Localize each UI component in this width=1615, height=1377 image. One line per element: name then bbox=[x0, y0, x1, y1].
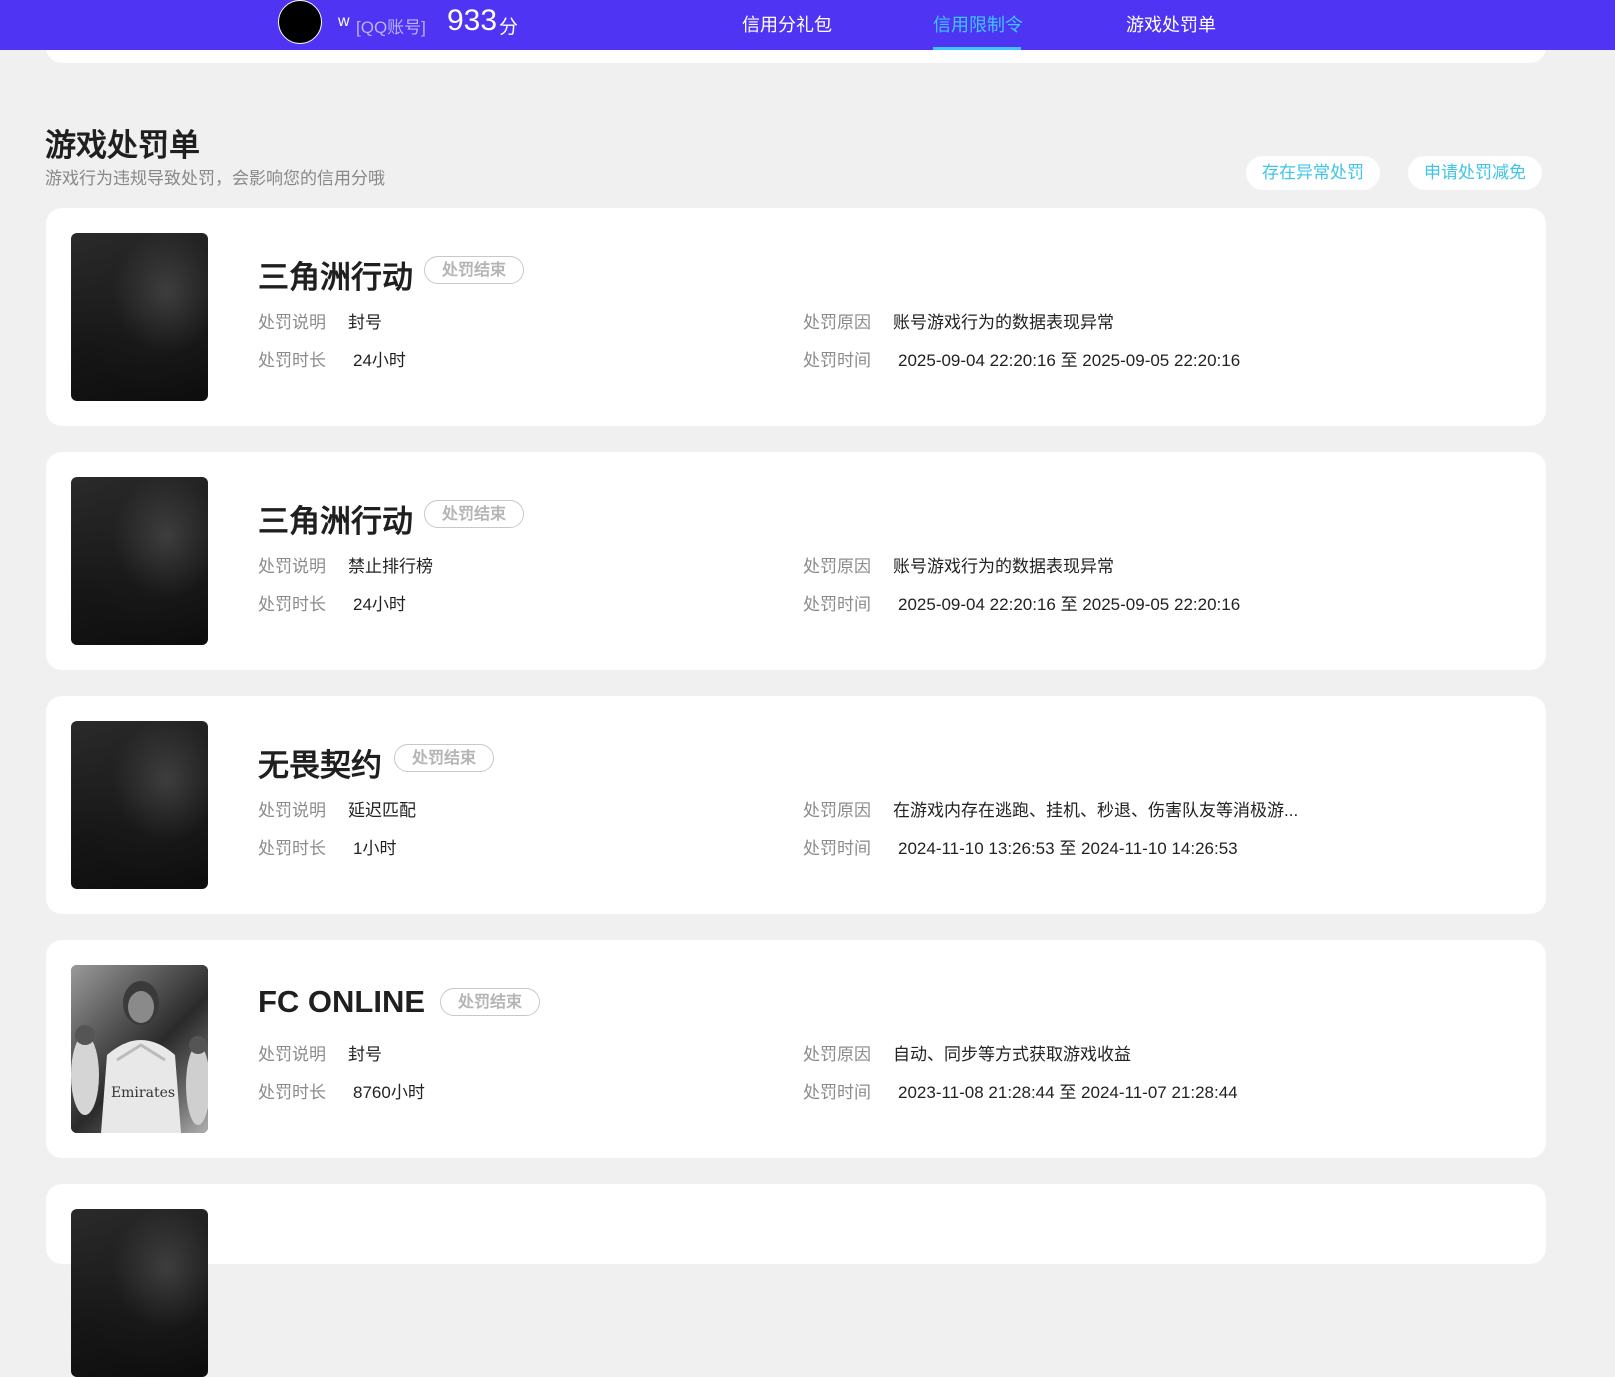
game-cover-image bbox=[71, 1209, 208, 1377]
status-badge: 处罚结束 bbox=[424, 256, 525, 284]
game-name: 无畏契约 bbox=[258, 748, 382, 783]
penalty-time-value: 2025-09-04 22:20:16 至 2025-09-05 22:20:1… bbox=[898, 595, 1241, 614]
section-title: 游戏处罚单 bbox=[45, 128, 200, 163]
penalty-duration-value: 1小时 bbox=[353, 839, 397, 858]
penalty-reason-value: 在游戏内存在逃跑、挂机、秒退、伤害队友等消极游... bbox=[893, 801, 1299, 820]
game-cover-image: Emirates bbox=[71, 965, 208, 1133]
penalty-duration-value: 24小时 bbox=[353, 595, 406, 614]
penalty-desc-label: 处罚说明 bbox=[258, 313, 326, 332]
game-name: 三角洲行动 bbox=[258, 504, 413, 539]
active-tab-indicator bbox=[933, 47, 1021, 50]
account-type: [QQ账号] bbox=[356, 18, 426, 37]
section-subtitle: 游戏行为违规导致处罚，会影响您的信用分哦 bbox=[45, 169, 385, 188]
credit-score-unit: 分 bbox=[499, 17, 519, 38]
penalty-desc-value: 封号 bbox=[348, 1045, 382, 1064]
penalty-duration-label: 处罚时长 bbox=[258, 1083, 326, 1102]
penalty-reason-label: 处罚原因 bbox=[803, 1045, 871, 1064]
penalty-duration-label: 处罚时长 bbox=[258, 595, 326, 614]
top-nav-bar: w [QQ账号] 933 分 信用分礼包 信用限制令 游戏处罚单 bbox=[0, 0, 1615, 50]
abnormal-penalty-button[interactable]: 存在异常处罚 bbox=[1246, 156, 1380, 190]
penalty-card: 无畏契约 处罚结束 处罚说明 延迟匹配 处罚时长 1小时 处罚原因 在游戏内存在… bbox=[46, 696, 1546, 914]
penalty-desc-value: 封号 bbox=[348, 313, 382, 332]
penalty-time-value: 2024-11-10 13:26:53 至 2024-11-10 14:26:5… bbox=[898, 839, 1238, 858]
credit-score: 933 bbox=[447, 4, 498, 37]
penalty-duration-value: 24小时 bbox=[353, 351, 406, 370]
status-badge: 处罚结束 bbox=[394, 744, 495, 772]
penalty-duration-label: 处罚时长 bbox=[258, 839, 326, 858]
penalty-duration-label: 处罚时长 bbox=[258, 351, 326, 370]
game-cover-image bbox=[71, 477, 208, 645]
status-badge: 处罚结束 bbox=[440, 988, 541, 1016]
penalty-card bbox=[46, 1184, 1546, 1377]
penalty-desc-value: 禁止排行榜 bbox=[348, 557, 433, 576]
penalty-reason-value: 自动、同步等方式获取游戏收益 bbox=[893, 1045, 1131, 1064]
penalty-desc-value: 延迟匹配 bbox=[348, 801, 416, 820]
penalty-card: 三角洲行动 处罚结束 处罚说明 封号 处罚时长 24小时 处罚原因 账号游戏行为… bbox=[46, 208, 1546, 426]
penalty-reason-label: 处罚原因 bbox=[803, 557, 871, 576]
status-badge: 处罚结束 bbox=[424, 500, 525, 528]
game-cover-image bbox=[71, 233, 208, 401]
penalty-duration-value: 8760小时 bbox=[353, 1083, 425, 1102]
game-cover-image bbox=[71, 721, 208, 889]
tab-game-penalty[interactable]: 游戏处罚单 bbox=[1126, 11, 1216, 37]
sponsor-text: Emirates bbox=[111, 1085, 175, 1101]
penalty-time-label: 处罚时间 bbox=[803, 839, 871, 858]
penalty-time-label: 处罚时间 bbox=[803, 1083, 871, 1102]
avatar[interactable] bbox=[278, 0, 322, 44]
penalty-card: Emirates FC ONLINE 处罚结束 处罚说明 封号 处罚时长 876… bbox=[46, 940, 1546, 1158]
penalty-time-value: 2025-09-04 22:20:16 至 2025-09-05 22:20:1… bbox=[898, 351, 1241, 370]
penalty-time-label: 处罚时间 bbox=[803, 351, 871, 370]
penalty-desc-label: 处罚说明 bbox=[258, 557, 326, 576]
penalty-reason-value: 账号游戏行为的数据表现异常 bbox=[893, 557, 1114, 576]
penalty-card: 三角洲行动 处罚结束 处罚说明 禁止排行榜 处罚时长 24小时 处罚原因 账号游… bbox=[46, 452, 1546, 670]
penalty-time-value: 2023-11-08 21:28:44 至 2024-11-07 21:28:4… bbox=[898, 1083, 1238, 1102]
tab-credit-gift[interactable]: 信用分礼包 bbox=[742, 11, 832, 37]
penalty-reason-value: 账号游戏行为的数据表现异常 bbox=[893, 313, 1114, 332]
football-player-icon: Emirates bbox=[71, 981, 208, 1133]
game-name: FC ONLINE bbox=[258, 984, 426, 1019]
penalty-time-label: 处罚时间 bbox=[803, 595, 871, 614]
game-name: 三角洲行动 bbox=[258, 260, 413, 295]
penalty-desc-label: 处罚说明 bbox=[258, 1045, 326, 1064]
apply-penalty-reduction-button[interactable]: 申请处罚减免 bbox=[1408, 156, 1542, 190]
username: w bbox=[338, 13, 350, 30]
tab-credit-restriction[interactable]: 信用限制令 bbox=[933, 11, 1023, 37]
penalty-reason-label: 处罚原因 bbox=[803, 801, 871, 820]
penalty-desc-label: 处罚说明 bbox=[258, 801, 326, 820]
penalty-reason-label: 处罚原因 bbox=[803, 313, 871, 332]
